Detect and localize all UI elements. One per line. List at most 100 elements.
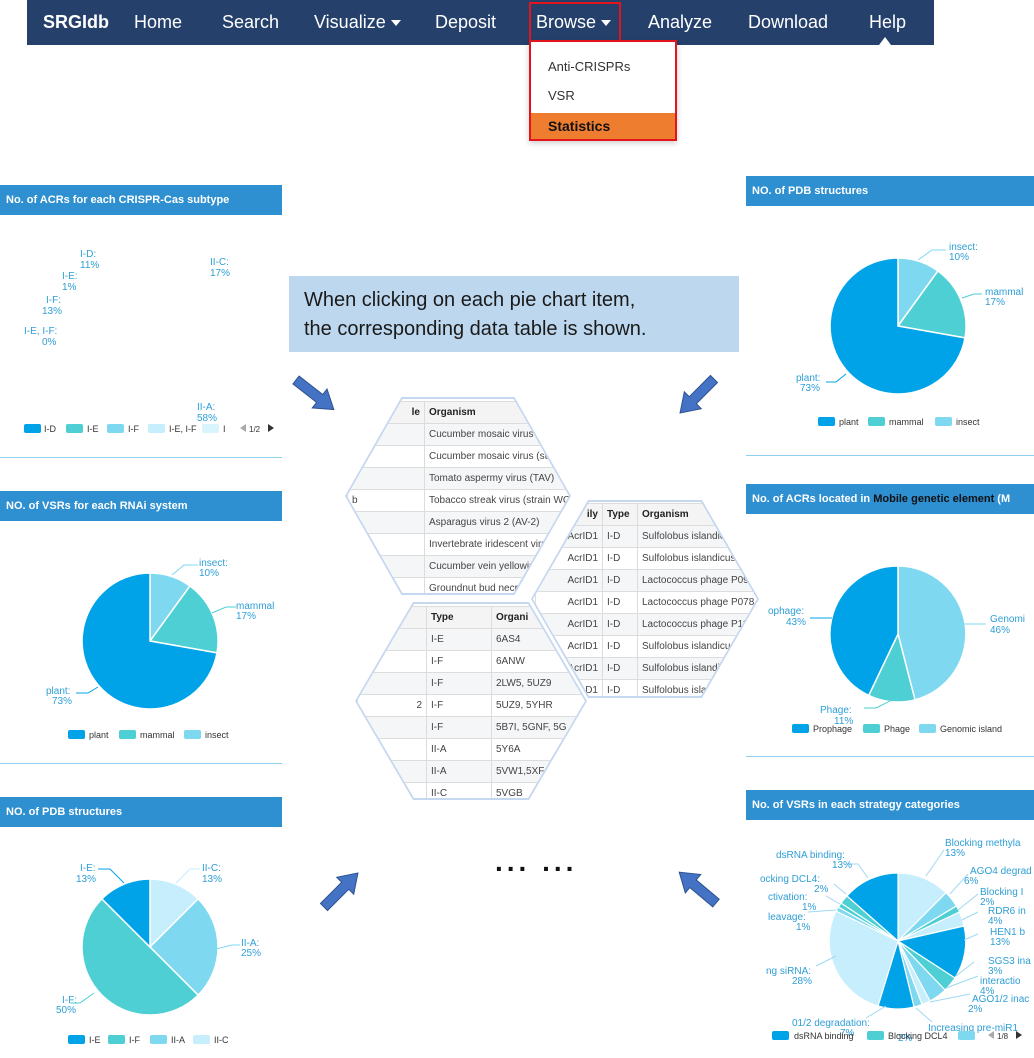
nav-search[interactable]: Search xyxy=(222,0,279,45)
legend-swatch-i-e[interactable] xyxy=(68,1035,85,1044)
table-cell: I-D xyxy=(602,679,638,696)
legend-swatch-insect[interactable] xyxy=(935,417,952,426)
legend-i-e[interactable]: I-E xyxy=(87,424,99,434)
pager-next-icon[interactable] xyxy=(268,424,274,432)
legend-swatch-i-d[interactable] xyxy=(24,424,41,433)
legend-swatch-phage[interactable] xyxy=(863,724,880,733)
legend-swatch-ii-a[interactable] xyxy=(150,1035,167,1044)
legend-truncated[interactable]: I xyxy=(223,424,226,434)
legend-phage[interactable]: Phage xyxy=(884,724,910,734)
label-cleavage-pct: 1% xyxy=(796,922,811,933)
legend-ii-c[interactable]: II-C xyxy=(214,1035,229,1045)
legend-dsrna-binding[interactable]: dsRNA binding xyxy=(794,1031,854,1041)
vsr-strategy-pie-chart[interactable]: dsRNA binding: 13% ocking DCL4: 2% ctiva… xyxy=(746,790,1034,1058)
legend-i-f[interactable]: I-F xyxy=(129,1035,140,1045)
legend-swatch-blocking-dcl4[interactable] xyxy=(867,1031,884,1040)
legend-plant[interactable]: plant xyxy=(89,730,109,740)
table-row[interactable]: 2 I-F 5UZ9, 5YHR xyxy=(357,694,585,717)
menu-item-statistics[interactable]: Statistics xyxy=(531,113,675,139)
table-row[interactable]: AcrID1 I-D Lactococcus phage P078 xyxy=(535,591,757,614)
legend-swatch-i-f[interactable] xyxy=(107,424,124,433)
pdb-right-pie-chart[interactable]: insect: 10% mammal 17% plant: 73% plant … xyxy=(746,176,1034,455)
table-row[interactable]: AcrID1 I-D Lactococcus phage P092 xyxy=(535,569,757,592)
legend-prophage[interactable]: Prophage xyxy=(813,724,852,734)
table-row[interactable]: Invertebrate iridescent virus xyxy=(347,533,569,556)
legend-swatch-more[interactable] xyxy=(202,424,219,433)
column-header[interactable]: Organism xyxy=(637,503,757,526)
legend-ii-a[interactable]: II-A xyxy=(171,1035,185,1045)
browse-dropdown-menu: Anti-CRISPRs VSR Statistics xyxy=(529,40,677,141)
legend-i-e-i-f[interactable]: I-E, I-F xyxy=(169,424,197,434)
menu-item-vsr[interactable]: VSR xyxy=(531,83,675,109)
table-row[interactable]: Tomato aspermy virus (TAV) xyxy=(347,467,569,490)
table-row[interactable]: AcrID1 I-D Sulfolobus islandicus xyxy=(535,635,757,658)
table-row[interactable]: I-F 5B7I, 5GNF, 5G xyxy=(357,716,585,739)
legend-swatch-dsrna-binding[interactable] xyxy=(772,1031,789,1040)
table-cell: Cucumber mosaic virus (st xyxy=(424,423,569,446)
legend-swatch-ii-c[interactable] xyxy=(193,1035,210,1044)
column-header[interactable]: Type xyxy=(602,503,638,526)
legend-i-d[interactable]: I-D xyxy=(44,424,56,434)
table-row[interactable]: AcrID1 I-D Lactococcus phage P118 xyxy=(535,613,757,636)
legend-swatch-i-e-i-f[interactable] xyxy=(148,424,165,433)
column-header[interactable]: le xyxy=(347,401,425,424)
table-cell: I-D xyxy=(602,547,638,570)
legend-insect[interactable]: insect xyxy=(205,730,229,740)
acr-subtype-pie-chart[interactable]: I-D: 11% I-E: 1% I-F: 13% I-E, I-F: 0% I… xyxy=(0,185,282,457)
legend-plant[interactable]: plant xyxy=(839,417,859,427)
acr-mge-pie-chart[interactable]: ophage: 43% Genomi 46% Phage: 11% Propha… xyxy=(746,484,1034,756)
nav-home[interactable]: Home xyxy=(134,0,182,45)
legend-swatch-more[interactable] xyxy=(958,1031,975,1040)
legend-swatch-plant[interactable] xyxy=(818,417,835,426)
table-header-row: le Organism xyxy=(347,401,569,424)
table-cell: I-D xyxy=(602,635,638,658)
brand-logo[interactable]: SRGIdb xyxy=(43,0,109,45)
table-row[interactable]: I-F 2LW5, 5UZ9 xyxy=(357,672,585,695)
table-row[interactable]: I-F 6ANW xyxy=(357,650,585,673)
table-row[interactable]: II-A 5VW1,5XF xyxy=(357,760,585,783)
table-row[interactable]: Groundnut bud necrosis xyxy=(347,577,569,593)
table-row[interactable]: Asparagus virus 2 (AV-2) xyxy=(347,511,569,534)
legend-swatch-i-f[interactable] xyxy=(108,1035,125,1044)
pdb-data-table: Type Organi I-E 6AS4 I-F 6ANW I-F 2LW5, 5UZ… xyxy=(357,606,585,798)
table-row[interactable]: Cucumber mosaic virus (stra xyxy=(347,445,569,468)
nav-download[interactable]: Download xyxy=(748,0,828,45)
column-header[interactable] xyxy=(357,606,427,629)
label-ago4-degradation-pct: 6% xyxy=(964,876,979,887)
legend-mammal[interactable]: mammal xyxy=(889,417,924,427)
legend-i-e[interactable]: I-E xyxy=(89,1035,101,1045)
legend-swatch-mammal[interactable] xyxy=(868,417,885,426)
label-ago1-2-degradation: 01/2 degradation: xyxy=(792,1018,870,1029)
nav-analyze[interactable]: Analyze xyxy=(648,0,712,45)
legend-blocking-dcl4[interactable]: Blocking DCL4 xyxy=(888,1031,948,1041)
legend-swatch-genomic-island[interactable] xyxy=(919,724,936,733)
column-header[interactable]: Organism xyxy=(424,401,569,424)
table-row[interactable]: Cucumber mosaic virus (st xyxy=(347,423,569,446)
label-blocking-dcl4: ocking DCL4: xyxy=(760,874,820,885)
table-row[interactable]: AcrID1 I-D Sulfolobus islandicus r xyxy=(535,547,757,570)
legend-swatch-plant[interactable] xyxy=(68,730,85,739)
pager-prev-icon[interactable] xyxy=(240,424,246,432)
legend-mammal[interactable]: mammal xyxy=(140,730,175,740)
legend-genomic-island[interactable]: Genomic island xyxy=(940,724,1002,734)
legend-pager: 1/2 xyxy=(249,425,261,434)
menu-item-anti-crisprs[interactable]: Anti-CRISPRs xyxy=(531,54,675,80)
legend-insect[interactable]: insect xyxy=(956,417,980,427)
vsr-rnai-pie-chart[interactable]: insect: 10% mammal 17% plant: 73% plant … xyxy=(0,491,282,763)
nav-deposit[interactable]: Deposit xyxy=(435,0,496,45)
table-row[interactable]: AcrID1 I-D Sulfolobus islandicus xyxy=(535,525,757,548)
legend-i-f[interactable]: I-F xyxy=(128,424,139,434)
legend-swatch-insect[interactable] xyxy=(184,730,201,739)
table-row[interactable]: b Tobacco streak virus (strain WC) ( xyxy=(347,489,569,512)
active-pointer-icon xyxy=(879,37,891,45)
table-row[interactable]: II-C 5VGB xyxy=(357,782,585,798)
legend-swatch-prophage[interactable] xyxy=(792,724,809,733)
column-header[interactable]: Type xyxy=(426,606,492,629)
nav-visualize[interactable]: Visualize xyxy=(314,0,401,45)
pager-next-icon[interactable] xyxy=(1016,1031,1022,1039)
pdb-left-pie-chart[interactable]: I-E: 13% II-C: 13% II-A: 25% I-F: 50% I-… xyxy=(0,797,282,1058)
table-row[interactable]: II-A 5Y6A xyxy=(357,738,585,761)
table-row[interactable]: Cucumber vein yellowing v xyxy=(347,555,569,578)
legend-swatch-mammal[interactable] xyxy=(119,730,136,739)
legend-swatch-i-e[interactable] xyxy=(66,424,83,433)
